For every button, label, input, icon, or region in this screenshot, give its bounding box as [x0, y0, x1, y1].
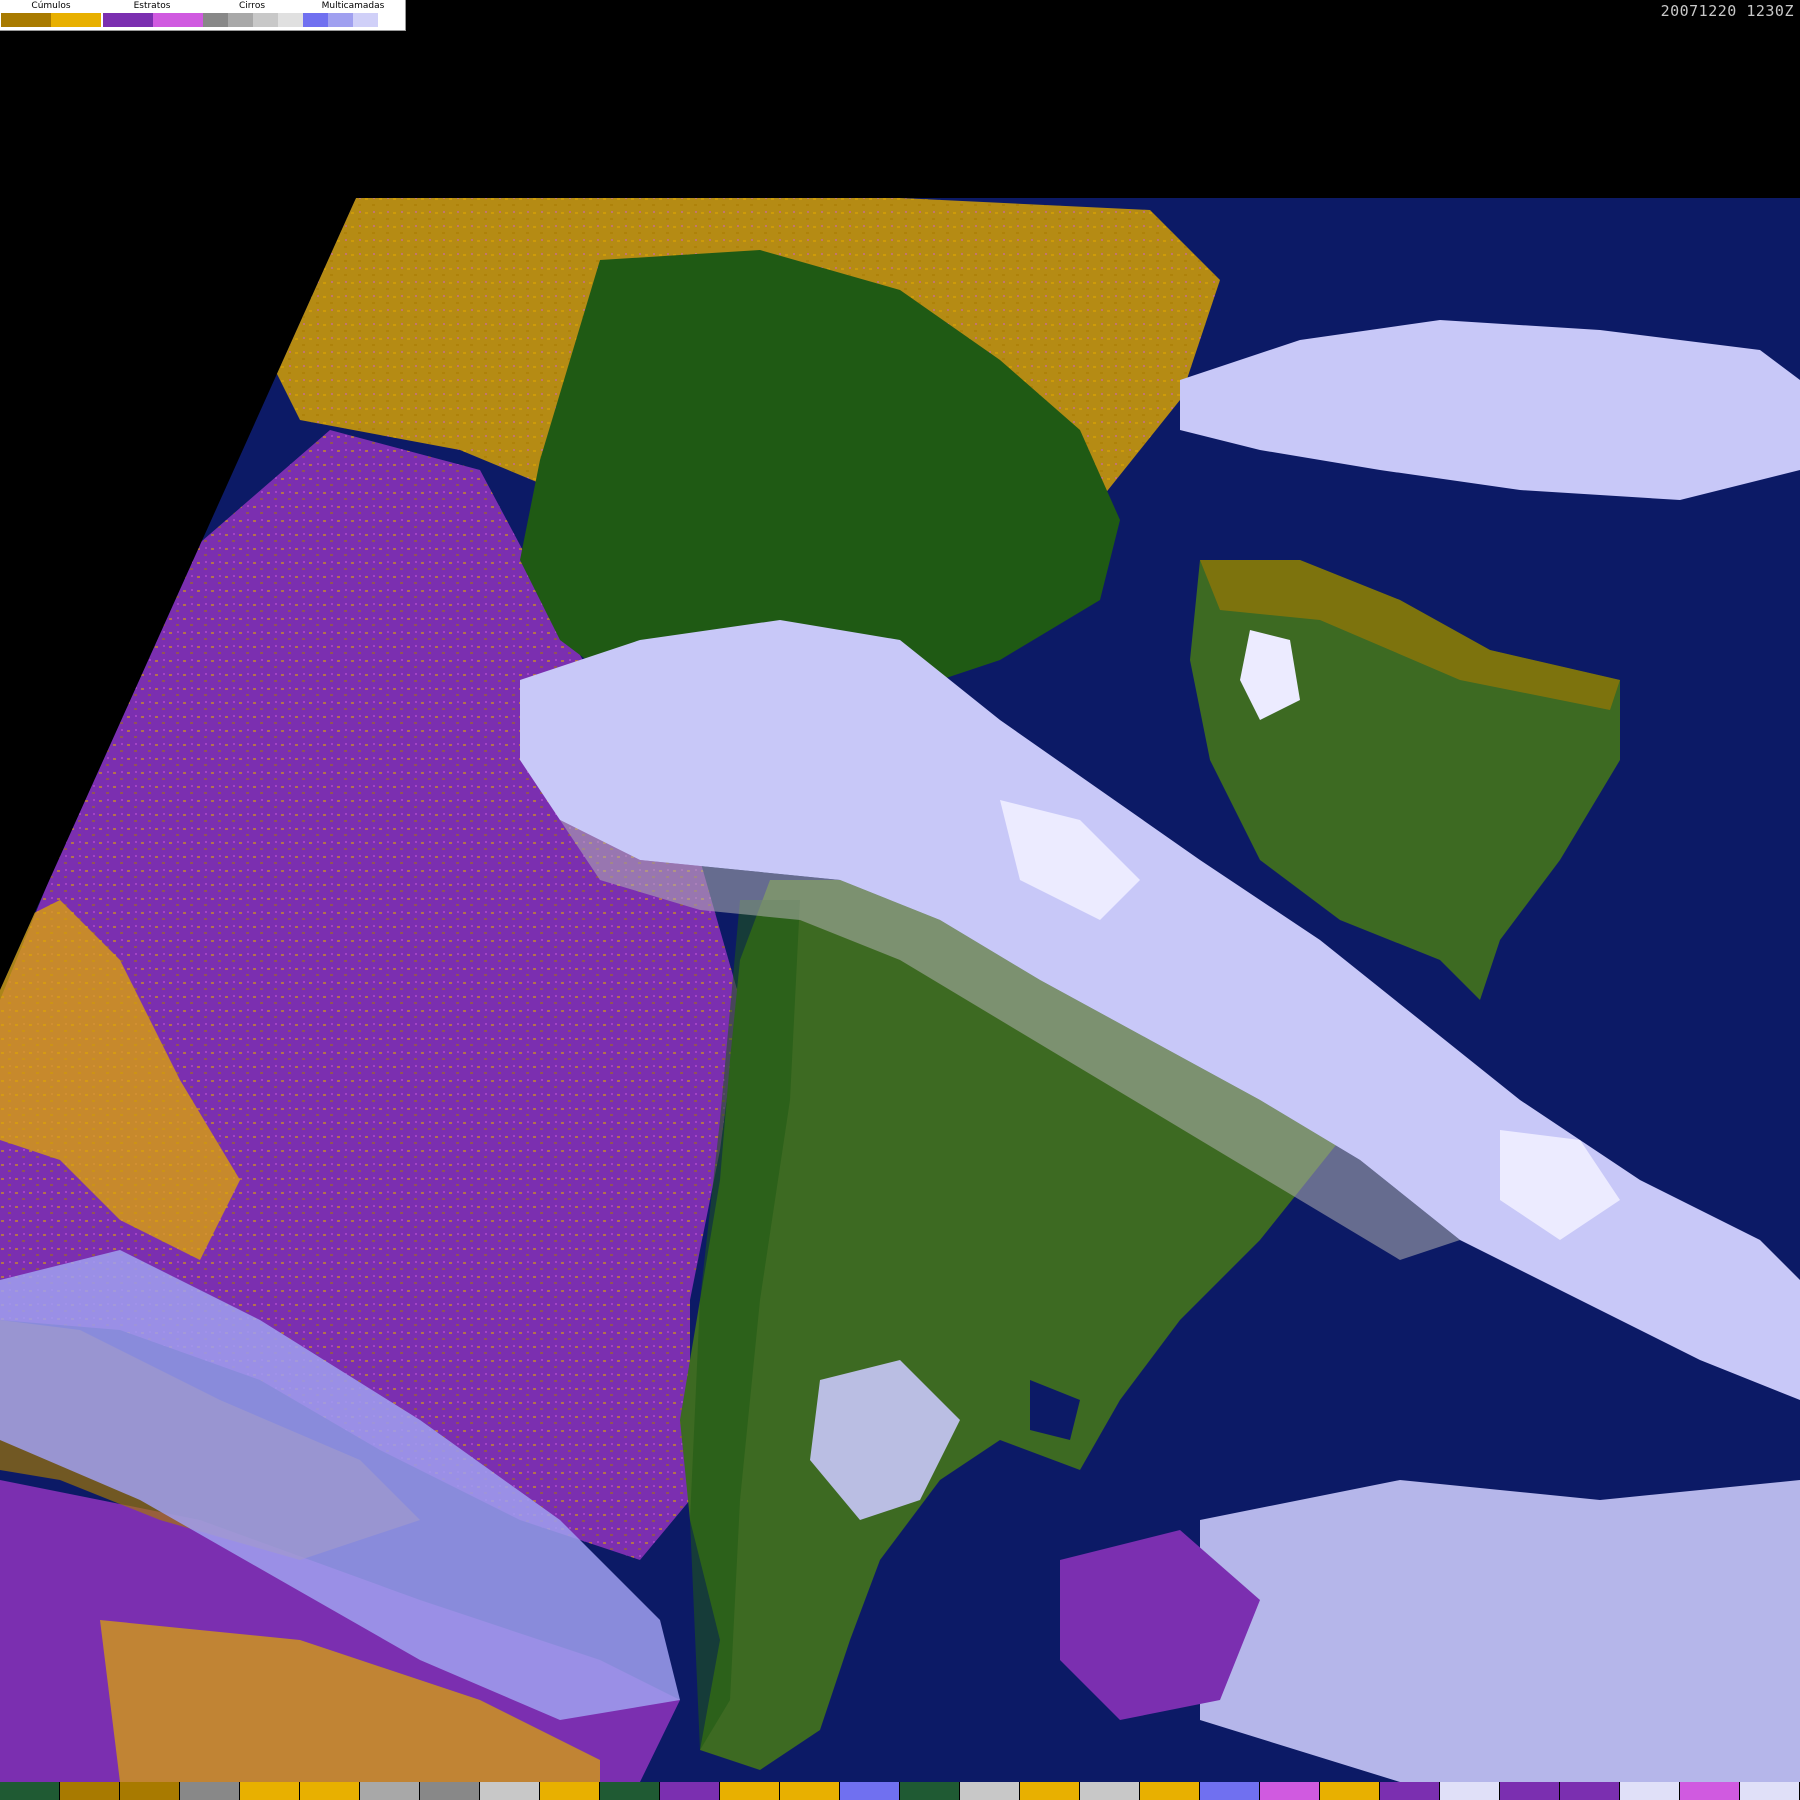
legend-swatch — [103, 13, 153, 27]
legend-swatch — [1, 13, 51, 27]
color-strip-cell — [240, 1782, 300, 1800]
color-strip-cell — [900, 1782, 960, 1800]
color-strip-cell — [1440, 1782, 1500, 1800]
color-strip-cell — [1620, 1782, 1680, 1800]
color-strip-cell — [780, 1782, 840, 1800]
image-timestamp: 20071220 1230Z — [1660, 2, 1794, 20]
color-strip-cell — [1740, 1782, 1800, 1800]
legend-title-multicamadas: Multicamadas — [321, 1, 385, 11]
legend-title-estratos: Estratos — [133, 1, 171, 11]
color-strip-cell — [480, 1782, 540, 1800]
legend-swatch — [203, 13, 228, 27]
color-strip-cell — [1080, 1782, 1140, 1800]
legend-swatch — [378, 13, 403, 27]
color-strip-cell — [1140, 1782, 1200, 1800]
color-strip-cell — [1560, 1782, 1620, 1800]
color-strip-cell — [1320, 1782, 1380, 1800]
color-strip-cell — [1680, 1782, 1740, 1800]
legend-group-multicamadas: Multicamadas — [302, 0, 404, 30]
color-strip-cell — [60, 1782, 120, 1800]
color-strip-cell — [960, 1782, 1020, 1800]
bottom-color-strip — [0, 1782, 1800, 1800]
satellite-cloud-map — [0, 198, 1800, 1782]
color-strip-cell — [180, 1782, 240, 1800]
color-strip-cell — [300, 1782, 360, 1800]
legend-swatch — [153, 13, 203, 27]
color-strip-cell — [420, 1782, 480, 1800]
color-strip-cell — [1500, 1782, 1560, 1800]
legend-title-cumulos: Cúmulos — [31, 1, 71, 11]
color-strip-cell — [1020, 1782, 1080, 1800]
color-strip-cell — [1260, 1782, 1320, 1800]
color-strip-cell — [1380, 1782, 1440, 1800]
cloud-type-legend: Cúmulos Estratos Cirros Multicamadas — [0, 0, 406, 31]
color-strip-cell — [0, 1782, 60, 1800]
color-strip-cell — [120, 1782, 180, 1800]
legend-group-cumulos: Cúmulos — [0, 0, 102, 30]
color-strip-cell — [600, 1782, 660, 1800]
color-strip-cell — [660, 1782, 720, 1800]
legend-swatch — [353, 13, 378, 27]
color-strip-cell — [540, 1782, 600, 1800]
legend-swatch — [228, 13, 253, 27]
legend-swatch — [51, 13, 101, 27]
legend-swatch — [328, 13, 353, 27]
color-strip-cell — [360, 1782, 420, 1800]
legend-group-estratos: Estratos — [102, 0, 203, 30]
color-strip-cell — [720, 1782, 780, 1800]
legend-swatch — [303, 13, 328, 27]
legend-swatch — [278, 13, 303, 27]
legend-title-cirros: Cirros — [238, 1, 266, 11]
color-strip-cell — [840, 1782, 900, 1800]
legend-swatch — [253, 13, 278, 27]
legend-group-cirros: Cirros — [202, 0, 303, 30]
color-strip-cell — [1200, 1782, 1260, 1800]
